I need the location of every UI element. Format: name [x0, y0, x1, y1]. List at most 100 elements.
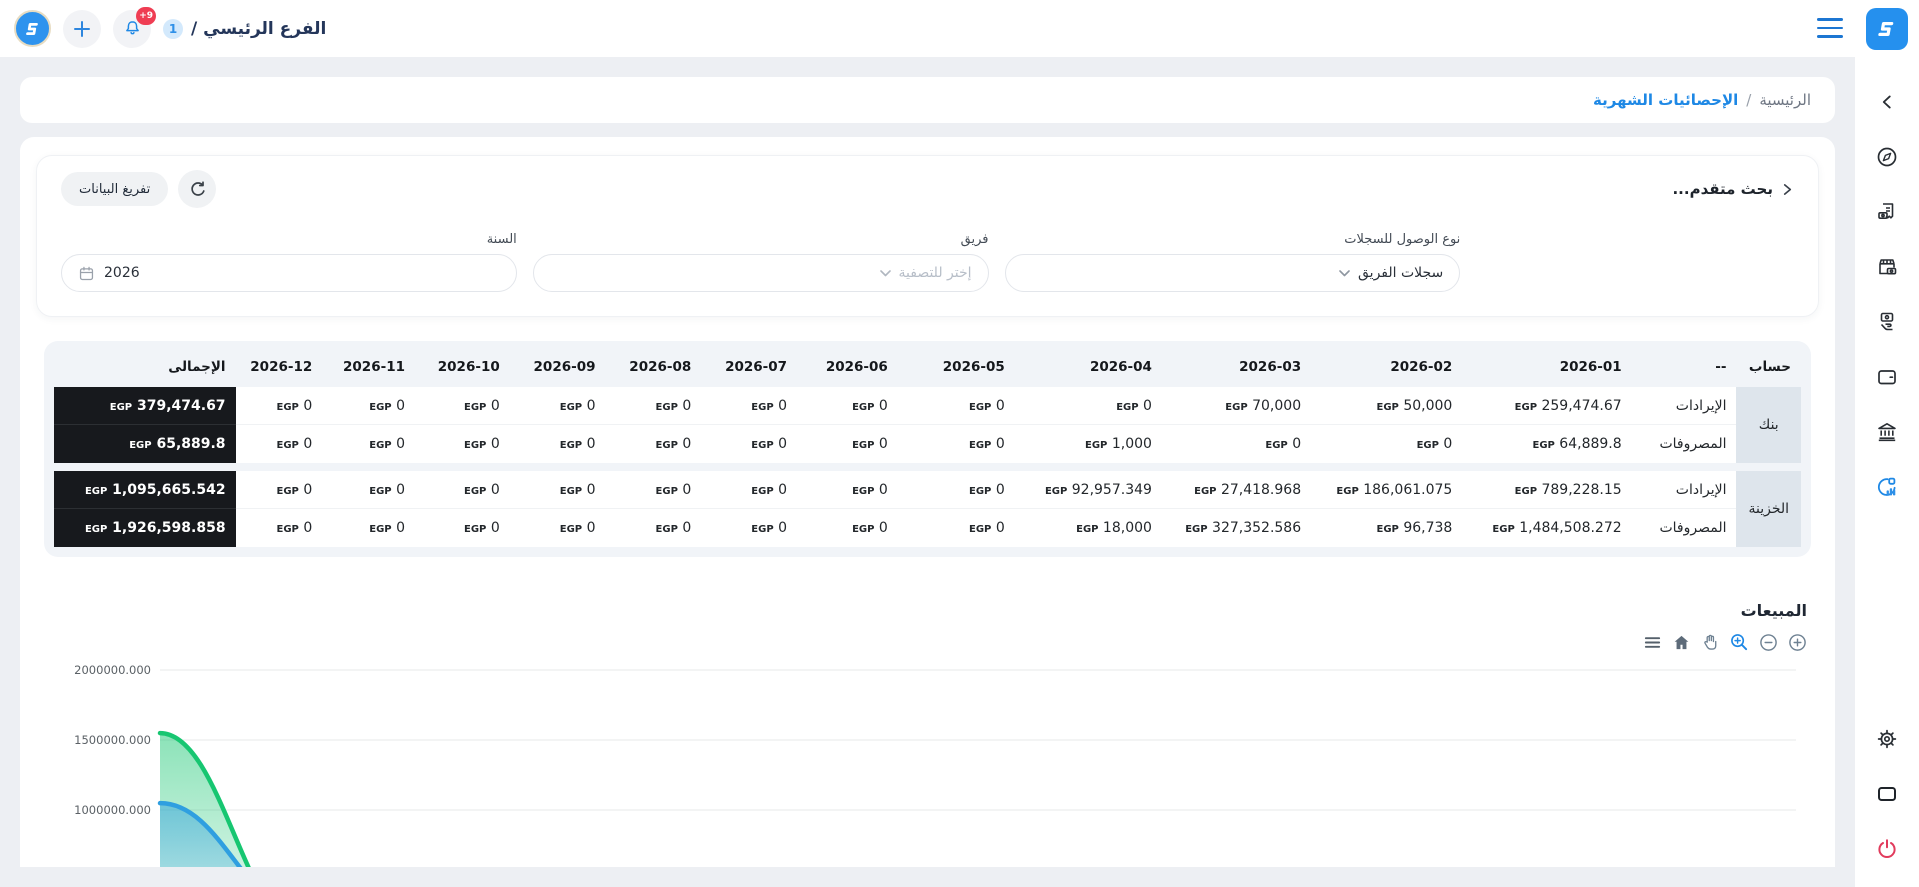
chevron-left-icon	[1875, 90, 1899, 114]
breadcrumb-home-link[interactable]: الرئيسية	[1759, 91, 1811, 109]
app-logo-square[interactable]	[1866, 8, 1908, 50]
advanced-search-toggle[interactable]: بحث متقدم...	[1672, 180, 1794, 198]
row-label-cell: الإيرادات	[1632, 387, 1737, 425]
row-label-cell: الإيرادات	[1632, 471, 1737, 509]
currency-code: EGP	[560, 402, 582, 413]
notifications-count-badge: +9	[136, 7, 156, 25]
currency-code: EGP	[1417, 440, 1439, 451]
selection-zoom-icon[interactable]	[1729, 632, 1749, 652]
sidebar-item-screen[interactable]	[1867, 774, 1907, 814]
plus-icon	[72, 19, 92, 39]
table-cell: EGP 0	[415, 387, 510, 425]
sidebar-collapse-button[interactable]	[1867, 82, 1907, 122]
clear-data-button[interactable]: تفريغ البيانات	[61, 172, 168, 206]
sidebar-item-bank[interactable]	[1867, 412, 1907, 452]
col-header-month: 2026-05	[898, 347, 1015, 387]
table-cell: EGP 0	[322, 471, 415, 509]
add-button[interactable]	[63, 10, 101, 48]
table-cell: EGP 0	[606, 509, 702, 547]
home-icon[interactable]	[1671, 632, 1691, 652]
currency-code: EGP	[369, 402, 391, 413]
monthly-statistics-table: حساب--2026-012026-022026-032026-042026-0…	[54, 347, 1801, 547]
currency-code: EGP	[1515, 402, 1537, 413]
currency-code: EGP	[464, 402, 486, 413]
currency-code: EGP	[464, 486, 486, 497]
filter-panel: بحث متقدم... تفريغ البيانات السنة	[36, 155, 1819, 317]
breadcrumb-current: الإحصائيات الشهرية	[1593, 91, 1738, 109]
table-cell: EGP 0	[1311, 425, 1462, 463]
table-cell: EGP 0	[1015, 387, 1162, 425]
sidebar-item-payments[interactable]	[1867, 302, 1907, 342]
top-navbar: +9 الفرع الرئيسي / 1	[0, 0, 1855, 57]
currency-code: EGP	[1085, 440, 1107, 451]
table-cell: EGP 327,352.586	[1162, 509, 1311, 547]
logo-s-icon	[1874, 16, 1900, 42]
currency-code: EGP	[369, 440, 391, 451]
currency-code: EGP	[751, 440, 773, 451]
currency-code: EGP	[852, 486, 874, 497]
app-logo-round[interactable]	[14, 10, 51, 47]
sales-area-chart[interactable]: 2000000.0001500000.0001000000.000500000.…	[48, 656, 1807, 867]
team-select[interactable]: إختر للتصفية	[533, 254, 989, 292]
currency-code: EGP	[969, 524, 991, 535]
chart-toolbar	[48, 632, 1807, 652]
currency-code: EGP	[751, 486, 773, 497]
compass-icon	[1874, 144, 1900, 170]
store-cash-icon	[1874, 254, 1900, 280]
table-cell: EGP 0	[322, 387, 415, 425]
sidebar-item-statistics[interactable]	[1867, 467, 1907, 507]
table-cell: EGP 0	[898, 387, 1015, 425]
col-header-month: 2026-12	[236, 347, 323, 387]
sidebar-item-pos[interactable]	[1867, 247, 1907, 287]
power-icon	[1874, 836, 1900, 862]
menu-icon[interactable]	[1642, 632, 1662, 652]
account-group-cell: بنك	[1736, 387, 1801, 463]
currency-code: EGP	[656, 486, 678, 497]
table-cell: EGP 0	[701, 509, 797, 547]
table-cell: EGP 0	[701, 425, 797, 463]
year-input[interactable]: 2026	[61, 254, 517, 292]
hand-payment-icon	[1874, 309, 1900, 335]
currency-code: EGP	[464, 524, 486, 535]
sidebar-item-invoices[interactable]	[1867, 192, 1907, 232]
table-cell: EGP 0	[797, 509, 898, 547]
team-label: فريق	[533, 232, 989, 247]
table-cell: EGP 0	[510, 509, 606, 547]
svg-text:1500000.000: 1500000.000	[74, 733, 151, 747]
currency-code: EGP	[85, 524, 107, 535]
currency-code: EGP	[1377, 402, 1399, 413]
sidebar-item-logout[interactable]	[1867, 829, 1907, 869]
currency-code: EGP	[751, 402, 773, 413]
table-cell: EGP 0	[236, 425, 323, 463]
notifications-button[interactable]: +9	[113, 10, 151, 48]
pan-icon[interactable]	[1700, 632, 1720, 652]
table-cell: EGP 0	[797, 471, 898, 509]
col-header-month: 2026-01	[1462, 347, 1631, 387]
table-cell: EGP 0	[898, 425, 1015, 463]
bank-icon	[1874, 419, 1900, 445]
sidebar-item-settings[interactable]	[1867, 719, 1907, 759]
currency-code: EGP	[277, 440, 299, 451]
table-cell: EGP 1,000	[1015, 425, 1162, 463]
access-type-select[interactable]: سجلات الفريق	[1005, 254, 1461, 292]
menu-toggle-icon[interactable]	[1817, 18, 1843, 38]
zoom-in-icon[interactable]	[1787, 632, 1807, 652]
col-header-month: 2026-11	[322, 347, 415, 387]
zoom-out-icon[interactable]	[1758, 632, 1778, 652]
sidebar-item-dashboard[interactable]	[1867, 137, 1907, 177]
table-cell: EGP 789,228.15	[1462, 471, 1631, 509]
table-cell: EGP 0	[606, 471, 702, 509]
sidebar-item-wallet[interactable]	[1867, 357, 1907, 397]
currency-code: EGP	[656, 440, 678, 451]
wallet-icon	[1874, 364, 1900, 390]
currency-code: EGP	[969, 402, 991, 413]
currency-code: EGP	[277, 524, 299, 535]
currency-code: EGP	[852, 402, 874, 413]
currency-code: EGP	[560, 440, 582, 451]
col-header-month: 2026-08	[606, 347, 702, 387]
refresh-button[interactable]	[178, 170, 216, 208]
table-cell: EGP 27,418.968	[1162, 471, 1311, 509]
currency-code: EGP	[751, 524, 773, 535]
table-cell: EGP 0	[510, 471, 606, 509]
row-label-cell: المصروفات	[1632, 425, 1737, 463]
